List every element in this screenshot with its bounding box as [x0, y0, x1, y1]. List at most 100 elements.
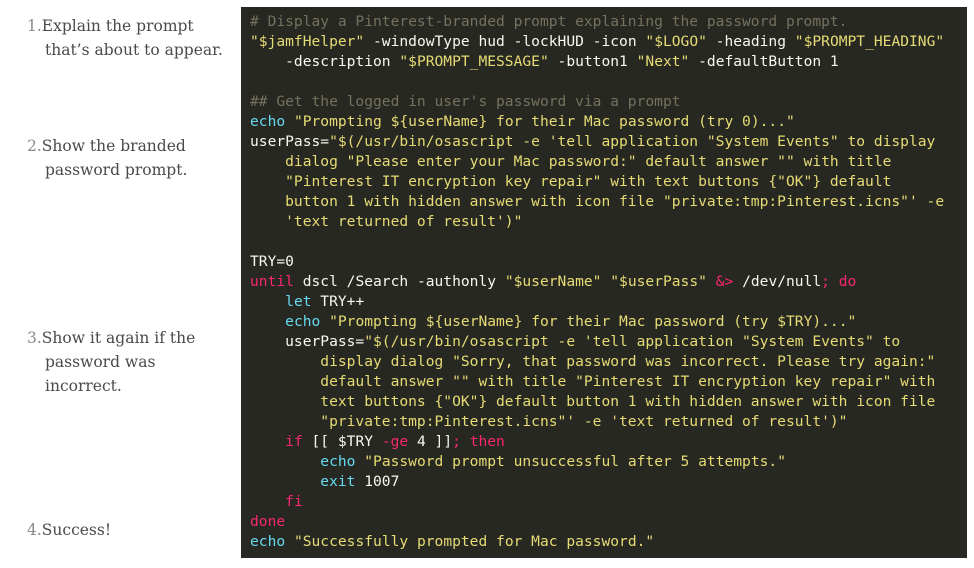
code-comment: ## Get the logged in user's password via…	[250, 93, 681, 110]
code-line: button 1 with hidden answer with icon fi…	[250, 192, 967, 212]
note-number: 4.	[27, 521, 42, 539]
code-string: "$(/usr/bin/osascript -e 'tell applicati…	[329, 133, 936, 150]
code-line: 'text returned of result')"	[250, 212, 967, 232]
code-block: # Display a Pinterest-branded prompt exp…	[241, 7, 967, 558]
code-string: button 1 with hidden answer with icon fi…	[250, 193, 945, 210]
code-builtin: let	[285, 293, 312, 310]
code-builtin: echo	[285, 313, 321, 330]
code-string: "Prompting ${userName} for their Mac pas…	[293, 113, 795, 130]
code-string: "$jamfHelper"	[250, 33, 365, 50]
code-keyword: fi	[285, 493, 303, 510]
code-string: "$userPass"	[610, 273, 707, 290]
code-text: -description	[250, 53, 400, 70]
code-keyword: if	[285, 433, 303, 450]
code-keyword: -ge	[381, 433, 409, 450]
code-line: ## Get the logged in user's password via…	[250, 92, 967, 112]
code-builtin: exit	[320, 473, 356, 490]
code-text: -heading	[706, 33, 795, 50]
code-text: [[ $TRY	[302, 433, 382, 450]
note-text: Success!	[41, 521, 112, 539]
code-string: default answer "" with title "Pinterest …	[250, 373, 936, 390]
code-string: "Next"	[636, 53, 690, 70]
code-keyword: do	[838, 273, 857, 290]
note-text: Explain the prompt	[41, 17, 194, 35]
code-keyword: done	[250, 513, 286, 530]
code-comment: # Display a Pinterest-branded prompt exp…	[250, 13, 848, 30]
code-line: exit 1007	[250, 472, 967, 492]
code-line: "Pinterest IT encryption key repair" wit…	[250, 172, 967, 192]
code-string: dialog "Please enter your Mac password:"…	[250, 153, 892, 170]
note-text: password was	[45, 353, 156, 371]
code-line: text buttons {"OK"} default button 1 wit…	[250, 392, 967, 412]
code-line: until dscl /Search -authonly "$userName"…	[250, 272, 967, 292]
code-keyword: then	[469, 433, 505, 450]
code-text: TRY++	[311, 293, 365, 310]
code-line: echo "Successfully prompted for Mac pass…	[250, 532, 967, 552]
code-keyword: ;	[821, 273, 830, 290]
code-keyword: &>	[715, 273, 734, 290]
code-text: -defaultButton 1	[689, 53, 839, 70]
code-builtin: echo	[250, 533, 286, 550]
code-line: "$jamfHelper" -windowType hud -lockHUD -…	[250, 32, 967, 52]
note-text: incorrect.	[45, 377, 122, 395]
code-line: default answer "" with title "Pinterest …	[250, 372, 967, 392]
code-string: "Pinterest IT encryption key repair" wit…	[250, 173, 892, 190]
note-text: password prompt.	[45, 161, 188, 179]
code-string: "$PROMPT_MESSAGE"	[399, 53, 549, 70]
code-line: # Display a Pinterest-branded prompt exp…	[250, 12, 967, 32]
note-number: 1.	[27, 17, 42, 35]
code-text: userPass=	[250, 133, 330, 150]
code-line: TRY=0	[250, 252, 967, 272]
code-line: fi	[250, 492, 967, 512]
code-line: echo "Prompting ${userName} for their Ma…	[250, 312, 967, 332]
code-line: -description "$PROMPT_MESSAGE" -button1 …	[250, 52, 967, 72]
note-number: 2.	[27, 137, 42, 155]
code-string: "Successfully prompted for Mac password.…	[293, 533, 655, 550]
note-2: 2.Show the branded password prompt.	[27, 134, 232, 182]
code-string: "private:tmp:Pinterest.icns"' -e 'text r…	[250, 413, 848, 430]
code-string: "Password prompt unsuccessful after 5 at…	[364, 453, 786, 470]
code-line: userPass="$(/usr/bin/osascript -e 'tell …	[250, 132, 967, 152]
code-builtin: echo	[320, 453, 356, 470]
code-text: dscl /Search -authonly	[293, 273, 505, 290]
code-string: "$(/usr/bin/osascript -e 'tell applicati…	[364, 333, 901, 350]
code-line: echo "Password prompt unsuccessful after…	[250, 452, 967, 472]
code-string: "$PROMPT_HEADING"	[794, 33, 945, 50]
code-line: if [[ $TRY -ge 4 ]]; then	[250, 432, 967, 452]
code-string: "$userName"	[504, 273, 602, 290]
code-line: let TRY++	[250, 292, 967, 312]
note-text: Show it again if the	[41, 329, 196, 347]
code-text: userPass=	[250, 333, 365, 350]
code-text: -windowType hud -lockHUD -icon	[364, 33, 646, 50]
note-1: 1.Explain the prompt that’s about to app…	[27, 14, 232, 62]
note-4: 4.Success!	[27, 518, 232, 542]
annotation-column: 1.Explain the prompt that’s about to app…	[0, 0, 238, 568]
code-string: display dialog "Sorry, that password was…	[250, 353, 936, 370]
note-3: 3.Show it again if the password was inco…	[27, 326, 232, 398]
code-line: echo "Prompting ${userName} for their Ma…	[250, 112, 967, 132]
code-line: userPass="$(/usr/bin/osascript -e 'tell …	[250, 332, 967, 352]
code-keyword: until	[250, 273, 294, 290]
code-string: text buttons {"OK"} default button 1 wit…	[250, 393, 936, 410]
code-text: 4 ]]	[408, 433, 453, 450]
code-line: display dialog "Sorry, that password was…	[250, 352, 967, 372]
code-text: /dev/null	[733, 273, 822, 290]
code-builtin: echo	[250, 113, 286, 130]
code-line: dialog "Please enter your Mac password:"…	[250, 152, 967, 172]
note-text: Show the branded	[41, 137, 186, 155]
code-string: "$LOGO"	[645, 33, 707, 50]
